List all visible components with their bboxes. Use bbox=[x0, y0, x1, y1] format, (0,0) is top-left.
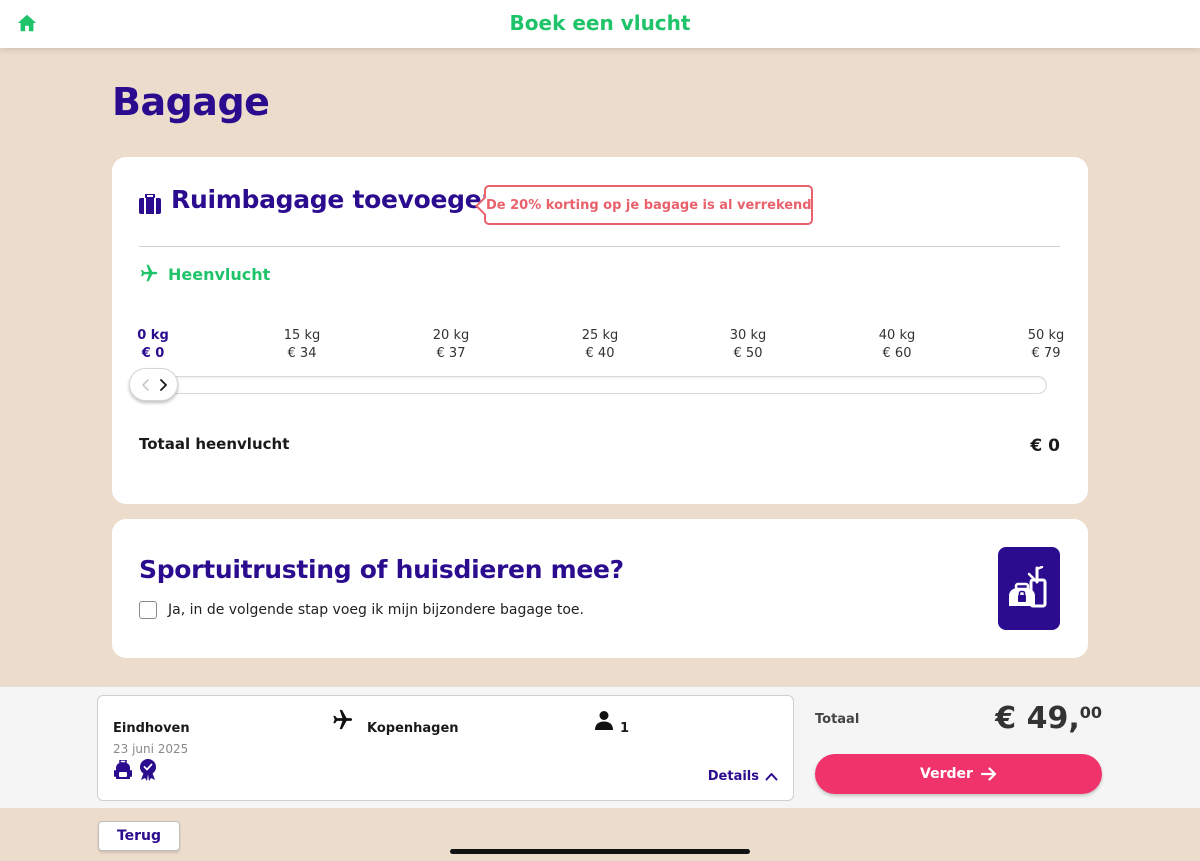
weight-label: 0 kg bbox=[137, 328, 169, 343]
weight-label: 15 kg bbox=[283, 328, 321, 343]
trip-summary-box: Eindhoven 23 juni 2025 Kopenhagen 1 Deta… bbox=[97, 695, 794, 801]
baggage-weight-slider[interactable] bbox=[139, 376, 1047, 394]
special-baggage-title: Sportuitrusting of huisdieren mee? bbox=[139, 555, 624, 584]
weight-label: 40 kg bbox=[878, 328, 916, 343]
weight-option-40kg[interactable]: 40 kg € 60 bbox=[862, 327, 932, 363]
destination-city: Kopenhagen bbox=[367, 721, 459, 736]
weight-option-25kg[interactable]: 25 kg € 40 bbox=[565, 327, 635, 363]
person-icon bbox=[595, 711, 613, 730]
outbound-total-label: Totaal heenvlucht bbox=[139, 435, 290, 453]
weight-price: € 40 bbox=[585, 346, 615, 361]
plane-icon bbox=[140, 264, 158, 282]
hold-baggage-card: Ruimbagage toevoegen De 20% korting op j… bbox=[112, 157, 1088, 504]
details-toggle[interactable]: Details bbox=[708, 769, 778, 784]
discount-badge: De 20% korting op je bagage is al verrek… bbox=[484, 185, 813, 225]
weight-option-30kg[interactable]: 30 kg € 50 bbox=[713, 327, 783, 363]
weight-price: € 34 bbox=[287, 346, 317, 361]
weight-option-15kg[interactable]: 15 kg € 34 bbox=[267, 327, 337, 363]
weight-price: € 0 bbox=[141, 346, 165, 361]
award-badge-icon bbox=[140, 759, 156, 781]
special-baggage-tile bbox=[998, 547, 1060, 630]
discount-badge-text: De 20% korting op je bagage is al verrek… bbox=[486, 198, 812, 213]
weight-label: 50 kg bbox=[1027, 328, 1065, 343]
price-main: € 49, bbox=[995, 701, 1080, 736]
divider bbox=[139, 246, 1060, 247]
special-baggage-checkbox[interactable] bbox=[139, 601, 157, 619]
suitcase-icon bbox=[139, 194, 161, 214]
weight-price: € 37 bbox=[436, 346, 466, 361]
weight-price: € 60 bbox=[882, 346, 912, 361]
home-indicator bbox=[450, 849, 750, 854]
flight-date: 23 juni 2025 bbox=[113, 742, 189, 756]
top-bar: Boek een vlucht bbox=[0, 0, 1200, 48]
booking-summary-panel: Eindhoven 23 juni 2025 Kopenhagen 1 Deta… bbox=[0, 686, 1200, 808]
hold-baggage-title: Ruimbagage toevoegen bbox=[171, 185, 499, 214]
chevron-up-icon bbox=[765, 773, 778, 781]
outbound-flight-label: Heenvlucht bbox=[168, 265, 271, 284]
origin-city: Eindhoven bbox=[113, 721, 190, 736]
price-cents: 00 bbox=[1079, 703, 1102, 722]
details-label: Details bbox=[707, 769, 759, 784]
slider-thumb[interactable] bbox=[129, 368, 178, 401]
next-button[interactable]: Verder bbox=[815, 754, 1102, 794]
special-baggage-card: Sportuitrusting of huisdieren mee? Ja, i… bbox=[112, 519, 1088, 658]
chevron-left-icon bbox=[142, 379, 149, 391]
next-button-label: Verder bbox=[920, 766, 973, 782]
weight-option-0kg[interactable]: 0 kg € 0 bbox=[118, 327, 188, 363]
back-button[interactable]: Terug bbox=[98, 821, 180, 851]
weight-label: 25 kg bbox=[581, 328, 619, 343]
special-baggage-icon bbox=[1009, 566, 1047, 608]
arrow-right-icon bbox=[980, 767, 997, 781]
passenger-count: 1 bbox=[620, 721, 630, 736]
plane-icon bbox=[333, 709, 353, 730]
page-title: Bagage bbox=[112, 80, 270, 124]
special-baggage-checkbox-label[interactable]: Ja, in de volgende stap voeg ik mijn bij… bbox=[168, 602, 584, 618]
outbound-total-value: € 0 bbox=[1030, 436, 1060, 456]
chevron-right-icon bbox=[160, 379, 167, 391]
weight-price: € 79 bbox=[1031, 346, 1061, 361]
header-title: Boek een vlucht bbox=[509, 11, 691, 35]
weight-option-20kg[interactable]: 20 kg € 37 bbox=[416, 327, 486, 363]
backpack-icon bbox=[114, 760, 132, 779]
weight-label: 30 kg bbox=[729, 328, 767, 343]
weight-price: € 50 bbox=[733, 346, 763, 361]
weight-option-50kg[interactable]: 50 kg € 79 bbox=[1011, 327, 1081, 363]
grand-total-price: € 49,00 bbox=[995, 701, 1102, 736]
weight-label: 20 kg bbox=[432, 328, 470, 343]
grand-total-label: Totaal bbox=[815, 712, 860, 727]
